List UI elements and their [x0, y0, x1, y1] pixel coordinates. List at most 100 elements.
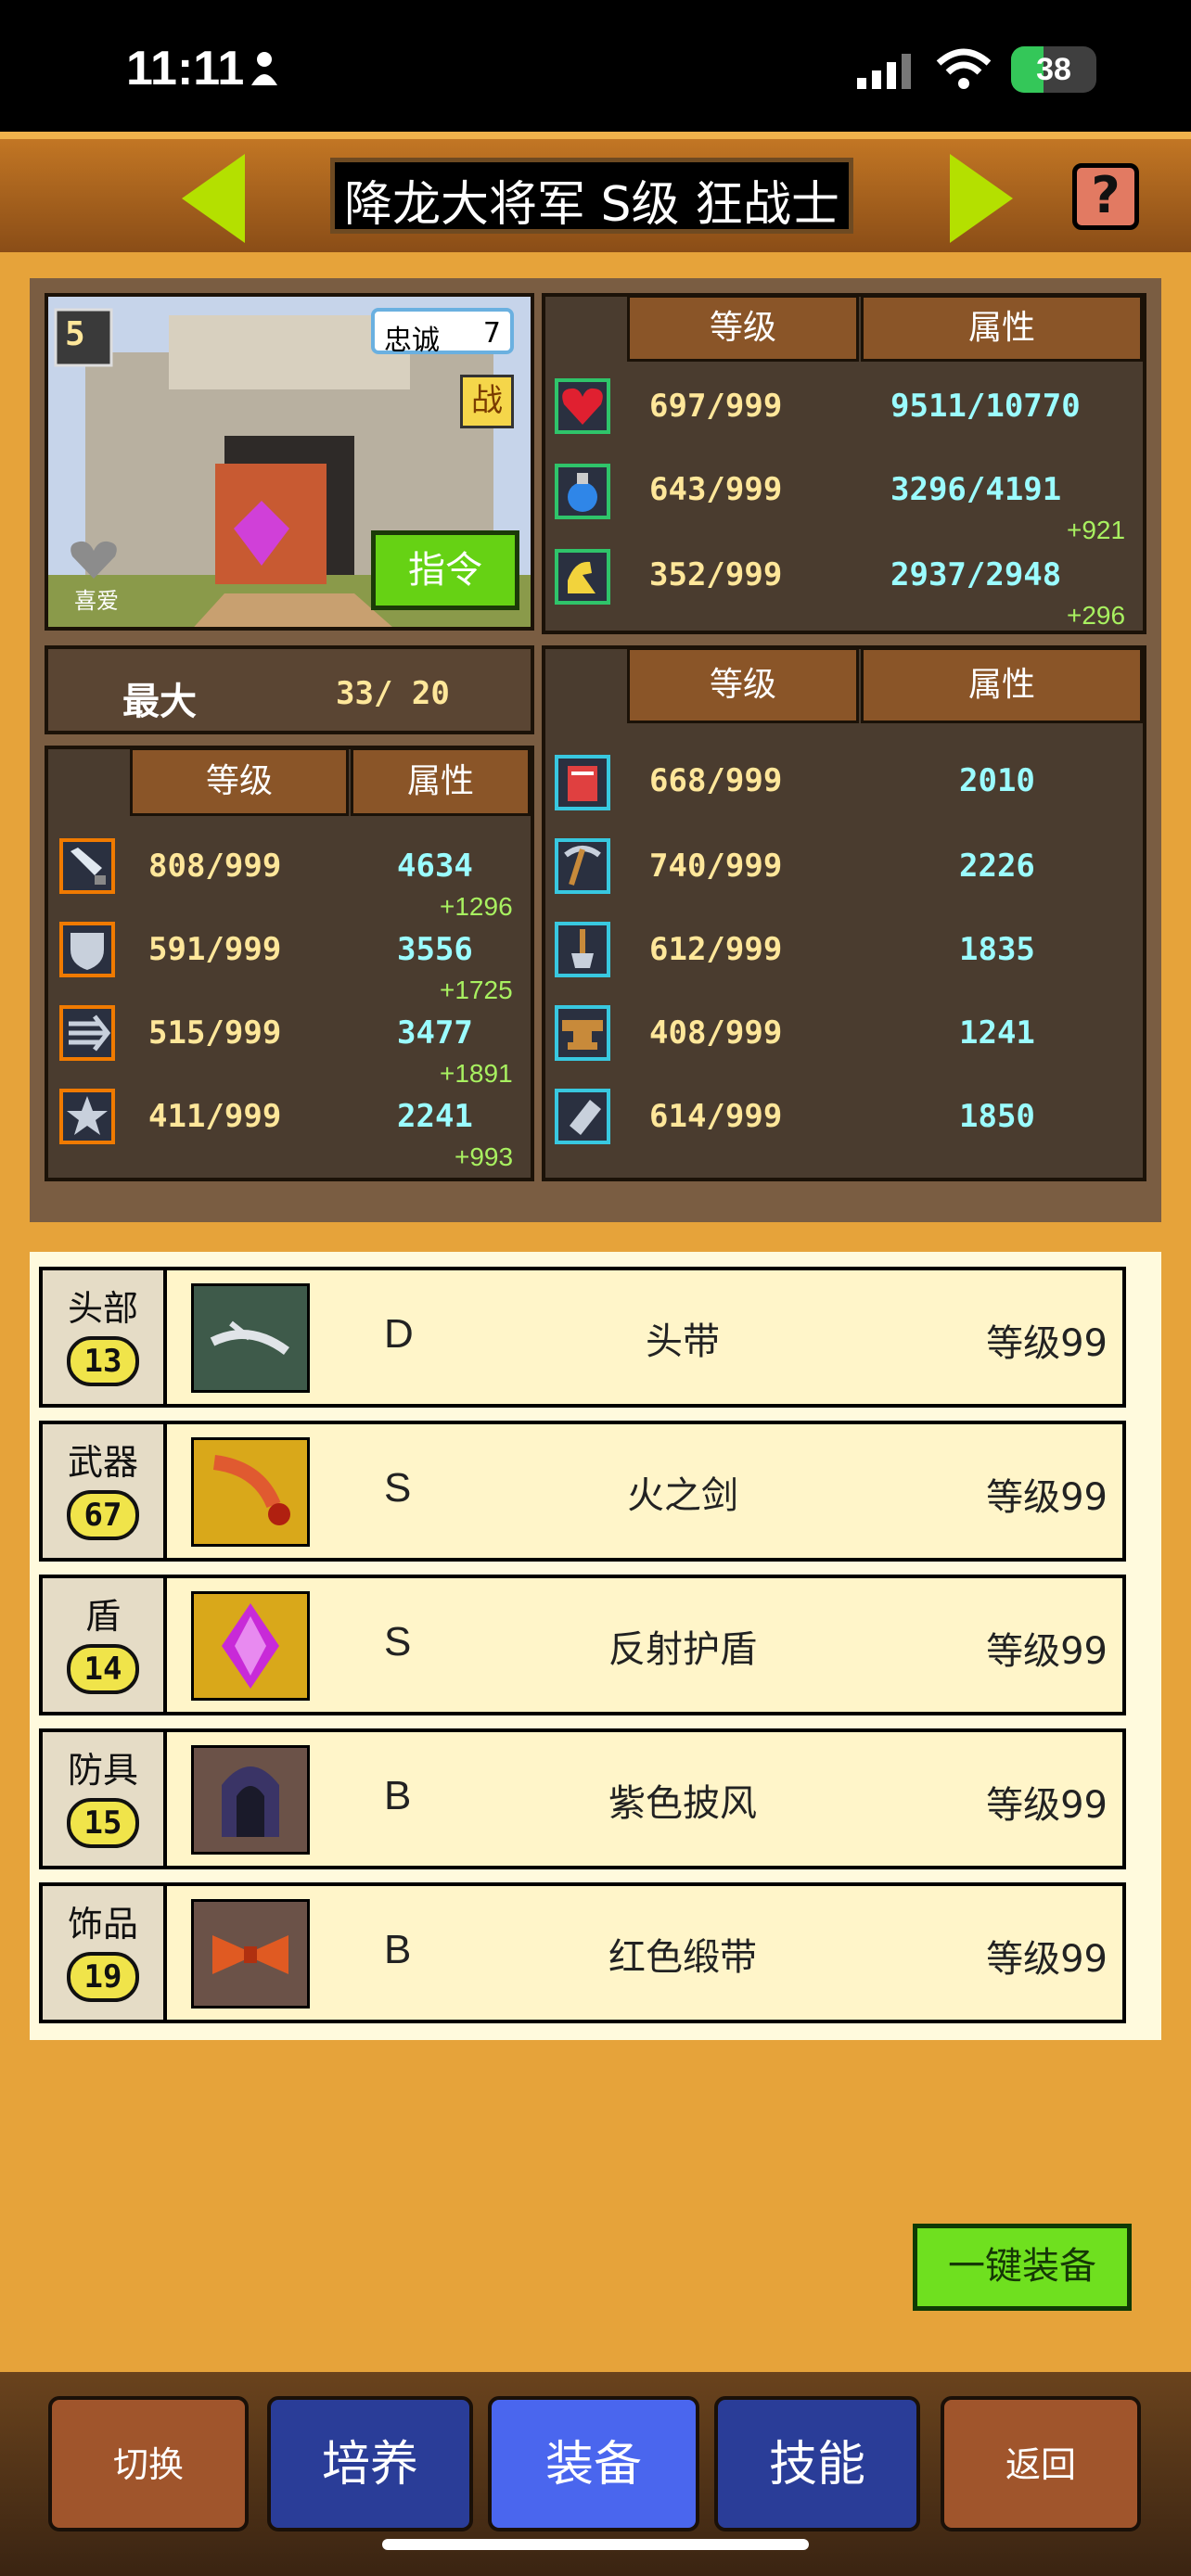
combat-level: 515/999: [148, 1014, 282, 1052]
equipment-name: 红色缎带: [608, 1936, 757, 1979]
equipment-row-weapon[interactable]: 武器 67 S 火之剑 等级99: [39, 1421, 1126, 1562]
next-arrow-icon[interactable]: [950, 154, 1013, 243]
help-button[interactable]: ?: [1072, 163, 1139, 230]
crystal-icon: [555, 1089, 610, 1144]
previous-arrow-icon[interactable]: [182, 154, 245, 243]
vitals-level: 643/999: [649, 471, 783, 508]
wifi-icon: [935, 46, 992, 95]
equipment-row-armor[interactable]: 防具 15 B 紫色披风 等级99: [39, 1728, 1126, 1869]
shovel-icon: [555, 922, 610, 977]
combat-bonus: +1296: [440, 892, 513, 921]
slot-level: 19: [67, 1952, 139, 2002]
slot-level: 14: [67, 1644, 139, 1694]
cloak-icon: [191, 1745, 310, 1855]
combat-level: 591/999: [148, 931, 282, 968]
switch-button[interactable]: 切换: [48, 2396, 249, 2531]
battery-icon: 38: [1011, 46, 1096, 93]
pickaxe-icon: [555, 838, 610, 894]
skill-level: 612/999: [649, 931, 783, 968]
combat-bonus: +1891: [440, 1059, 513, 1088]
combat-level: 411/999: [148, 1098, 282, 1135]
anvil-icon: [555, 1005, 610, 1061]
grade-label: 最大: [122, 681, 197, 723]
slot-name: 饰品: [67, 1904, 138, 1945]
home-indicator: [382, 2539, 809, 2550]
loyalty-badge: 忠诚 7: [371, 308, 514, 357]
slot-name: 盾: [84, 1596, 121, 1637]
skill-header-level: 等级: [627, 647, 859, 723]
speed-icon: [59, 1005, 115, 1061]
page-title: 降龙大将军 S级 狂战士: [343, 177, 840, 233]
person-icon: [250, 50, 278, 85]
combat-level: 808/999: [148, 848, 282, 885]
sword-icon: [59, 838, 115, 894]
skill-level: 408/999: [649, 1014, 783, 1052]
combat-value: 3556: [397, 931, 473, 968]
equipment-grade: B: [384, 1773, 412, 1818]
equipment-slot: 盾 14: [43, 1578, 167, 1712]
vitals-value: 3296/4191: [890, 471, 1062, 508]
combat-bonus: +1725: [440, 976, 513, 1004]
gem-shield-icon: [191, 1591, 310, 1701]
stamina-icon: [555, 549, 610, 605]
slot-name: 防具: [67, 1750, 138, 1791]
equipment-grade: B: [384, 1927, 412, 1972]
book-icon: [555, 755, 610, 810]
command-button[interactable]: 指令: [371, 530, 519, 610]
auto-equip-button[interactable]: 一键装备: [913, 2224, 1132, 2311]
favorite-heart-icon[interactable]: [69, 540, 119, 584]
loyalty-value: 7: [482, 317, 501, 350]
combat-value: 2241: [397, 1098, 473, 1135]
portrait-level-badge: 5: [65, 315, 85, 353]
equipment-name: 紫色披风: [608, 1782, 757, 1825]
equipment-row-accessory[interactable]: 饰品 19 B 红色缎带 等级99: [39, 1882, 1126, 2023]
equipment-row-shield[interactable]: 盾 14 S 反射护盾 等级99: [39, 1575, 1126, 1715]
vitals-bonus: +921: [1067, 516, 1126, 544]
battery-level: 38: [1036, 52, 1071, 87]
train-tab[interactable]: 培养: [267, 2396, 473, 2531]
signal-icon: [857, 52, 913, 93]
vitals-header-level: 等级: [627, 295, 859, 362]
slot-level: 13: [67, 1336, 139, 1386]
fire-sword-icon: [191, 1437, 310, 1547]
vitals-header-attr: 属性: [861, 295, 1143, 362]
equipment-level: 等级99: [986, 1476, 1108, 1519]
equipment-grade: D: [384, 1311, 414, 1357]
equipment-grade: S: [384, 1619, 412, 1664]
equipment-slot: 武器 67: [43, 1424, 167, 1558]
skills-tab[interactable]: 技能: [714, 2396, 920, 2531]
equip-tab[interactable]: 装备: [488, 2396, 699, 2531]
skill-level: 614/999: [649, 1098, 783, 1135]
equipment-level: 等级99: [986, 1784, 1108, 1827]
loyalty-label: 忠诚: [384, 325, 440, 357]
grade-box: [45, 645, 534, 734]
vitals-value: 2937/2948: [890, 556, 1062, 593]
skill-value: 2226: [959, 848, 1035, 885]
skill-stats-table: [542, 645, 1146, 1181]
equipment-level: 等级99: [986, 1938, 1108, 1981]
slot-name: 头部: [67, 1288, 138, 1329]
slot-level: 15: [67, 1798, 139, 1848]
skill-value: 2010: [959, 762, 1035, 799]
potion-icon: [555, 464, 610, 519]
skill-level: 740/999: [649, 848, 783, 885]
skill-value: 1835: [959, 931, 1035, 968]
slot-level: 67: [67, 1490, 139, 1540]
skill-header-attr: 属性: [861, 647, 1143, 723]
skill-value: 1850: [959, 1098, 1035, 1135]
vitals-level: 697/999: [649, 388, 783, 425]
star-icon: [59, 1089, 115, 1144]
equipment-slot: 饰品 19: [43, 1886, 167, 2020]
equipment-row-head[interactable]: 头部 13 D 头带 等级99: [39, 1267, 1126, 1408]
headband-icon: [191, 1283, 310, 1393]
back-button[interactable]: 返回: [941, 2396, 1141, 2531]
equipment-slot: 防具 15: [43, 1732, 167, 1866]
skill-level: 668/999: [649, 762, 783, 799]
equipment-grade: S: [384, 1465, 412, 1511]
shield-icon: [59, 922, 115, 977]
combat-value: 4634: [397, 848, 473, 885]
equipment-name: 头带: [646, 1320, 720, 1363]
grade-value: 33/ 20: [336, 675, 450, 712]
status-time: 11:11: [126, 42, 245, 96]
heart-icon: [555, 378, 610, 434]
